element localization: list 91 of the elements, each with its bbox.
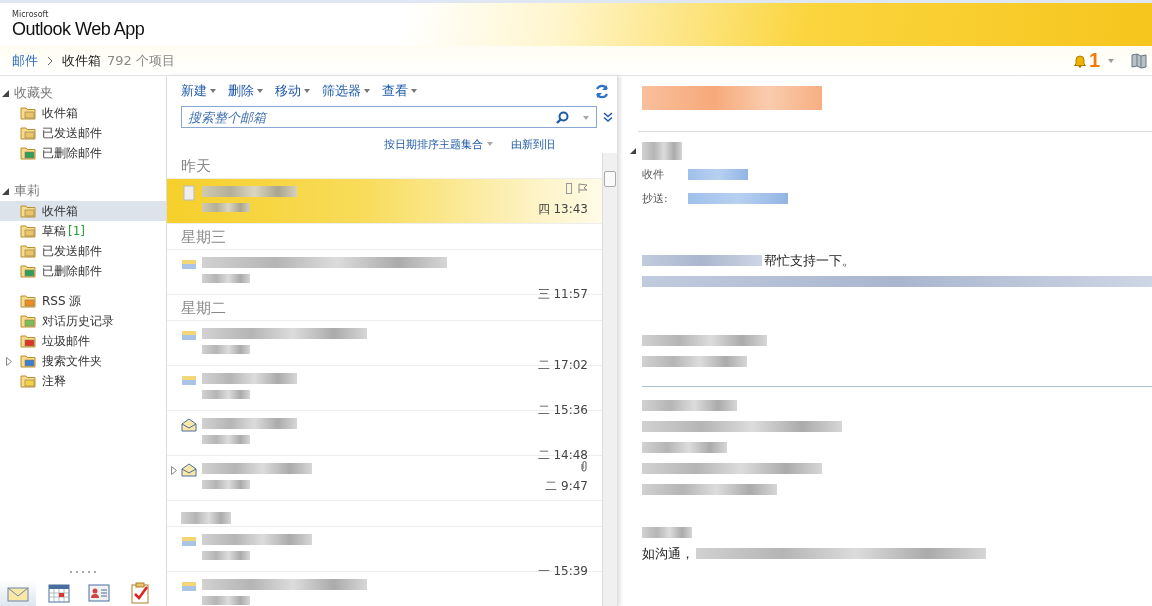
caret-icon — [411, 89, 417, 93]
redacted-text — [202, 345, 250, 354]
folder-icon — [20, 294, 36, 308]
body-text: 帮忙支持一下。 — [764, 251, 855, 270]
folder-item[interactable]: 收件箱 — [0, 103, 166, 123]
draft-page-icon — [181, 185, 197, 201]
redacted-link[interactable] — [688, 168, 748, 180]
redacted-link[interactable] — [688, 192, 788, 204]
folder-item[interactable]: 注释 — [0, 371, 166, 391]
folder-icon — [20, 244, 36, 258]
caret-icon — [364, 89, 370, 93]
redacted-text — [202, 203, 250, 212]
open-envelope-icon — [181, 417, 197, 433]
dropdown-arrow-icon[interactable] — [1108, 58, 1114, 63]
folder-title: 收件箱 — [62, 51, 101, 70]
redacted-text — [202, 596, 250, 605]
sort-order-link[interactable]: 由新到旧 — [511, 135, 555, 153]
search-field[interactable]: 搜索整个邮箱 — [181, 106, 597, 128]
caret-icon — [257, 89, 263, 93]
folder-icon — [20, 334, 36, 348]
date-group-label: 星期三 — [181, 228, 226, 247]
section-title[interactable]: 收藏夹 — [14, 84, 53, 102]
flag-icon[interactable] — [578, 183, 588, 193]
body-text: 如沟通， — [642, 544, 694, 563]
folder-icon — [20, 354, 36, 368]
module-button[interactable] — [0, 580, 36, 606]
bell-icon[interactable] — [1072, 53, 1087, 68]
redacted-text — [202, 480, 250, 489]
folder-icon — [20, 204, 36, 218]
collapse-arrow-icon[interactable] — [630, 148, 636, 154]
resize-grip[interactable] — [68, 570, 98, 574]
folder-icon — [20, 314, 36, 328]
toolbar-menu-button[interactable]: 查看 — [382, 82, 417, 100]
redacted-text — [202, 551, 250, 560]
category-box-icon[interactable] — [566, 183, 572, 194]
item-count: 792 个项目 — [107, 51, 175, 70]
dropdown-arrow-icon[interactable] — [583, 116, 589, 120]
section-title[interactable]: 車莉 — [14, 182, 40, 200]
redacted-text — [202, 274, 250, 283]
folder-icon — [20, 126, 36, 140]
cc-label: 抄送: — [642, 190, 669, 206]
folder-item[interactable]: 收件箱 — [0, 201, 166, 221]
folder-item[interactable]: 垃圾邮件 — [0, 331, 166, 351]
chevron-icon — [46, 55, 54, 66]
app-logo: Outlook Web App — [12, 19, 145, 39]
redacted-text — [642, 142, 682, 160]
redacted-text — [202, 390, 250, 399]
toolbar-menu-button[interactable]: 新建 — [181, 82, 216, 100]
folder-icon — [20, 146, 36, 160]
redacted-text — [181, 512, 231, 524]
envelope-icon — [7, 584, 29, 602]
sort-dropdown[interactable]: 按日期排序主题集合 — [384, 135, 493, 153]
folder-item[interactable]: 已删除邮件 — [0, 143, 166, 163]
toolbar-menu-button[interactable]: 筛选器 — [322, 82, 370, 100]
folder-icon — [20, 106, 36, 120]
folder-item[interactable]: 草稿 [1] — [0, 221, 166, 241]
date-group-label: 昨天 — [181, 157, 211, 176]
folder-item[interactable]: 对话历史记录 — [0, 311, 166, 331]
redacted-text — [202, 435, 250, 444]
message-row[interactable]: 四 13:43 — [167, 179, 602, 224]
search-icon[interactable] — [556, 111, 569, 124]
folder-item[interactable]: 已发送邮件 — [0, 241, 166, 261]
date-group-label: 星期二 — [181, 299, 226, 318]
breadcrumb-link[interactable]: 邮件 — [12, 51, 38, 70]
refresh-icon[interactable] — [595, 83, 609, 99]
folder-icon — [20, 224, 36, 238]
message-time: 二 9:47 — [545, 478, 588, 495]
toolbar-menu-button[interactable]: 移动 — [275, 82, 310, 100]
caret-icon — [304, 89, 310, 93]
folder-item[interactable]: 搜索文件夹 — [0, 351, 166, 371]
folder-icon — [20, 374, 36, 388]
toolbar-menu-button[interactable]: 删除 — [228, 82, 263, 100]
collapse-arrow-icon[interactable] — [2, 89, 9, 97]
folder-item[interactable]: RSS 源 — [0, 291, 166, 311]
collapse-arrow-icon[interactable] — [2, 187, 9, 195]
folder-icon — [20, 264, 36, 278]
contact-card-icon — [88, 584, 111, 602]
recipient-label: 收件 — [642, 166, 665, 182]
folder-item[interactable]: 已发送邮件 — [0, 123, 166, 143]
expand-arrow-icon[interactable] — [6, 356, 12, 366]
message-time: 四 13:43 — [537, 201, 588, 218]
calendar-icon — [47, 583, 70, 603]
folder-item[interactable]: 已删除邮件 — [0, 261, 166, 281]
expand-arrow-icon[interactable] — [171, 466, 177, 475]
caret-icon — [210, 89, 216, 93]
scrollbar[interactable] — [602, 153, 617, 606]
open-envelope-icon — [181, 462, 197, 478]
redacted-text — [642, 527, 692, 538]
expand-down-icon[interactable] — [603, 112, 613, 122]
logo-small-text: Microsoft — [12, 10, 50, 19]
caret-icon — [487, 142, 493, 146]
